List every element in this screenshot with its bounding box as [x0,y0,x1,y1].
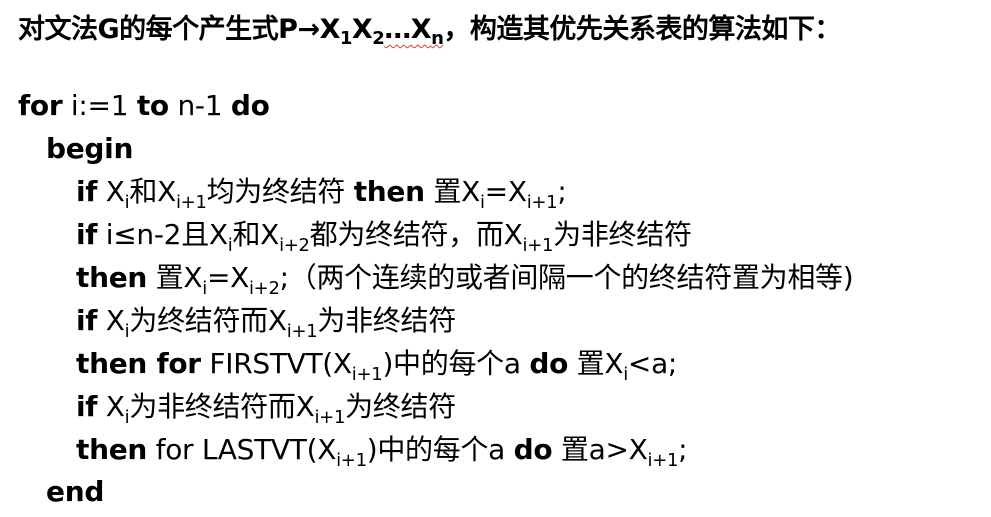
code-text: 置X [147,261,203,294]
code-text: X [97,175,125,208]
keyword-if: if [76,218,98,251]
title-xn-group: …Xn [384,14,444,48]
code-text: 为终结符而X [129,304,287,337]
code-text: =X [484,175,527,208]
code-text: ; [678,433,688,466]
keyword-do: do [513,433,553,466]
title-subscript-1: 1 [339,28,353,49]
code-text: X [97,304,125,337]
code-line-2: if i≤n-2且Xi和Xi+2都为终结符，而Xi+1为非终结符 [76,215,692,255]
keyword-to: to [136,89,169,122]
code-subscript: i+1 [522,235,554,256]
code-subscript: i+1 [314,407,346,428]
code-text: 为非终结符而X [129,390,315,423]
slide-title: 对文法G的每个产生式P→X1X2…Xn，构造其优先关系表的算法如下： [18,10,978,50]
code-subscript: i+1 [336,450,367,471]
code-subscript: i+1 [175,192,207,213]
code-subscript: i+1 [647,450,679,471]
code-line-for: for i:=1 to n-1 do [18,86,270,126]
code-subscript: i+1 [351,364,383,385]
code-text: )中的每个a [366,433,514,466]
code-text: ;（两个连续的或者间隔一个的终结符置为相等) [279,261,854,294]
title-text-3: …X [384,14,432,45]
code-text: )中的每个a [382,347,530,380]
title-text-1: 对文法G的每个产生式P→X [18,14,340,45]
keyword-then: then [76,261,148,294]
keyword-if: if [76,175,98,208]
code-text: 和X [232,218,280,251]
slide: 对文法G的每个产生式P→X1X2…Xn，构造其优先关系表的算法如下： for i… [0,0,991,517]
keyword-if: if [76,304,98,337]
keyword-begin: begin [46,132,134,165]
code-text: 和X [129,175,176,208]
keyword-then: then [353,175,425,208]
code-text: 为非终结符 [317,304,456,337]
code-subscript: i+2 [248,278,280,299]
code-line-4: if Xi为终结符而Xi+1为非终结符 [76,301,456,341]
code-line-end: end [46,472,104,512]
code-text: 都为终结符，而X [309,218,523,251]
code-text: 为非终结符 [553,218,692,251]
title-text-2: X [351,14,373,45]
code-text: 置a>X [552,433,648,466]
code-subscript: i+2 [279,235,310,256]
title-text-4: ，构造其优先关系表的算法如下： [443,14,841,45]
code-text: 置X [424,175,480,208]
keyword-if: if [76,390,98,423]
keyword-do: do [529,347,569,380]
code-text: for LASTVT(X [147,433,337,466]
title-subscript-n: n [431,28,444,49]
code-line-begin: begin [46,129,133,169]
code-text: ; [557,175,567,208]
code-text: 为终结符 [345,390,456,423]
code-line-5: then for FIRSTVT(Xi+1)中的每个a do 置Xi<a; [76,344,677,384]
code-text: =X [206,261,249,294]
code-line-3: then 置Xi=Xi+2;（两个连续的或者间隔一个的终结符置为相等) [76,258,854,299]
code-text: X [97,390,125,423]
code-text: 均为终结符 [206,175,354,208]
keyword-do: do [230,89,270,122]
code-text: 置X [568,347,624,380]
code-text: i≤n-2且X [97,218,228,251]
keyword-for: for [18,89,63,122]
code-line-1: if Xi和Xi+1均为终结符 then 置Xi=Xi+1; [76,172,567,213]
to-text: n-1 [168,89,231,122]
code-line-6: if Xi为非终结符而Xi+1为终结符 [76,387,456,427]
title-subscript-2: 2 [372,28,385,49]
for-text: i:=1 [62,89,137,122]
code-line-7: then for LASTVT(Xi+1)中的每个a do 置a>Xi+1; [76,430,688,471]
keyword-then-for: then for [76,347,201,380]
code-subscript: i+1 [286,321,318,342]
code-text: <a; [627,347,678,380]
keyword-then: then [76,433,148,466]
code-text: FIRSTVT(X [200,347,352,380]
code-subscript: i+1 [526,192,558,213]
keyword-end: end [46,475,105,508]
